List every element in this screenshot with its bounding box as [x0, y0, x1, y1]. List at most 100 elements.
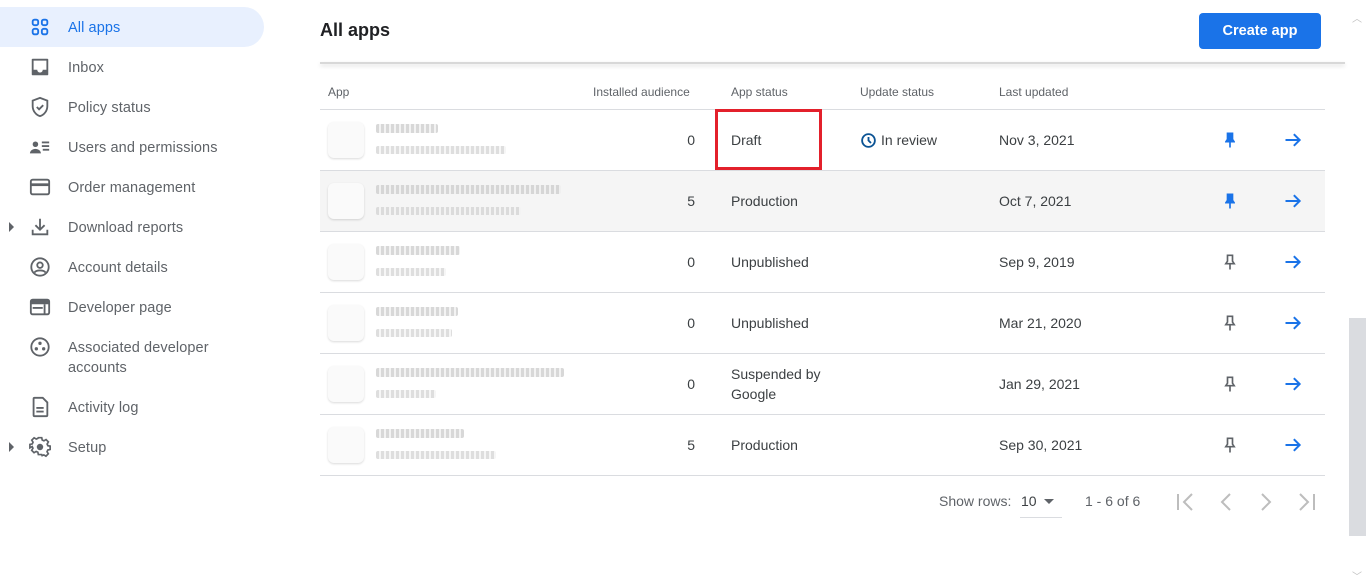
download-icon: [29, 216, 51, 238]
arrow-right-icon[interactable]: [1282, 252, 1304, 272]
table-row[interactable]: 5 Production Oct 7, 2021: [320, 171, 1325, 232]
sidebar-item-developer-page[interactable]: Developer page: [0, 287, 264, 327]
app-package-redacted: [376, 207, 521, 215]
installed-audience: 5: [687, 193, 695, 209]
app-name-redacted[interactable]: [376, 124, 438, 133]
app-package-redacted: [376, 146, 506, 154]
scroll-down-arrow-icon[interactable]: ﹀: [1352, 568, 1362, 583]
sidebar-item-all-apps[interactable]: All apps: [0, 7, 264, 47]
sidebar-item-inbox[interactable]: Inbox: [0, 47, 264, 87]
last-updated: Mar 21, 2020: [999, 315, 1082, 331]
inbox-icon: [29, 56, 51, 78]
installed-audience: 0: [687, 254, 695, 270]
installed-audience: 0: [687, 315, 695, 331]
table-row[interactable]: 5 Production Sep 30, 2021: [320, 415, 1325, 476]
sidebar-item-label: All apps: [68, 20, 121, 36]
last-updated: Jan 29, 2021: [999, 376, 1080, 392]
arrow-right-icon[interactable]: [1282, 130, 1304, 150]
app-package-redacted: [376, 451, 496, 459]
arrow-right-icon[interactable]: [1282, 435, 1304, 455]
app-name-redacted[interactable]: [376, 185, 561, 194]
last-updated: Oct 7, 2021: [999, 193, 1072, 209]
app-name-redacted[interactable]: [376, 429, 464, 438]
sidebar-item-setup[interactable]: Setup: [0, 427, 264, 467]
arrow-right-icon[interactable]: [1282, 191, 1304, 211]
expand-caret-icon[interactable]: [9, 222, 14, 232]
page-title: All apps: [320, 20, 391, 40]
sidebar: All apps Inbox Policy status Users and p…: [0, 0, 280, 583]
next-page-icon[interactable]: [1254, 490, 1278, 514]
app-icon: [328, 244, 364, 280]
pin-icon-filled[interactable]: [1220, 130, 1240, 150]
clock-icon: [861, 132, 876, 148]
show-rows-label: Show rows:: [939, 493, 1012, 509]
app-name-redacted[interactable]: [376, 368, 564, 377]
app-icon: [328, 305, 364, 341]
column-header-update-status[interactable]: Update status: [860, 85, 934, 99]
column-header-last-updated[interactable]: Last updated: [999, 85, 1068, 99]
app-package-redacted: [376, 268, 446, 276]
column-header-installed-audience[interactable]: Installed audience: [593, 85, 690, 99]
sidebar-item-label: Order management: [68, 180, 196, 196]
app-package-redacted: [376, 390, 436, 398]
app-status: Unpublished: [731, 315, 809, 331]
create-app-button[interactable]: Create app: [1199, 13, 1321, 49]
app-name-redacted[interactable]: [376, 307, 458, 316]
sidebar-item-account-details[interactable]: Account details: [0, 247, 264, 287]
table-row[interactable]: 0 Draft In review Nov 3, 2021: [320, 109, 1325, 171]
app-status: Production: [731, 193, 798, 209]
expand-caret-icon[interactable]: [9, 442, 14, 452]
gear-icon: [29, 436, 52, 458]
sidebar-item-label: Developer page: [68, 300, 172, 316]
sidebar-item-label: Account details: [68, 260, 168, 276]
web-page-icon: [29, 296, 51, 318]
app-icon: [328, 122, 364, 158]
sidebar-item-label: Download reports: [68, 220, 184, 236]
sidebar-item-users-and-permissions[interactable]: Users and permissions: [0, 127, 264, 167]
table-row[interactable]: 0 Unpublished Mar 21, 2020: [320, 293, 1325, 354]
last-updated: Sep 30, 2021: [999, 437, 1083, 453]
table-row[interactable]: 0 Suspended by Google Jan 29, 2021: [320, 354, 1325, 415]
app-icon: [328, 183, 364, 219]
table-row[interactable]: 0 Unpublished Sep 9, 2019: [320, 232, 1325, 293]
app-status: Suspended by Google: [731, 366, 821, 402]
shield-check-icon: [29, 96, 51, 118]
sidebar-item-label: Users and permissions: [68, 140, 218, 156]
installed-audience: 5: [687, 437, 695, 453]
column-header-app[interactable]: App: [328, 85, 349, 99]
pin-icon-outline[interactable]: [1220, 313, 1240, 333]
column-header-app-status[interactable]: App status: [731, 85, 788, 99]
arrow-right-icon[interactable]: [1282, 313, 1304, 333]
previous-page-icon[interactable]: [1214, 490, 1238, 514]
scrollbar-thumb[interactable]: [1349, 318, 1366, 536]
app-status: Unpublished: [731, 254, 809, 270]
sidebar-item-policy-status[interactable]: Policy status: [0, 87, 264, 127]
app-name-redacted[interactable]: [376, 246, 460, 255]
last-page-icon[interactable]: [1294, 490, 1318, 514]
last-updated: Sep 9, 2019: [999, 254, 1075, 270]
rows-per-page-select[interactable]: 10: [1020, 490, 1062, 518]
pin-icon-outline[interactable]: [1220, 252, 1240, 272]
scroll-up-arrow-icon[interactable]: ︿: [1352, 10, 1362, 25]
app-icon: [328, 427, 364, 463]
sidebar-item-activity-log[interactable]: Activity log: [0, 387, 264, 427]
pin-icon-filled[interactable]: [1220, 191, 1240, 211]
installed-audience: 0: [687, 376, 695, 392]
header-divider: [320, 62, 1345, 64]
sidebar-item-associated-developer-accounts[interactable]: Associated developer accounts: [0, 327, 264, 387]
app-icon: [328, 366, 364, 402]
pin-icon-outline[interactable]: [1220, 374, 1240, 394]
first-page-icon[interactable]: [1174, 490, 1198, 514]
sidebar-item-download-reports[interactable]: Download reports: [0, 207, 264, 247]
arrow-right-icon[interactable]: [1282, 374, 1304, 394]
last-updated: Nov 3, 2021: [999, 132, 1075, 148]
installed-audience: 0: [687, 132, 695, 148]
sidebar-item-label: Activity log: [68, 400, 139, 416]
apps-table: App Installed audience App status Update…: [320, 72, 1325, 476]
table-header: App Installed audience App status Update…: [320, 72, 1325, 110]
pin-icon-outline[interactable]: [1220, 435, 1240, 455]
sidebar-item-label: Inbox: [68, 60, 104, 76]
page-range: 1 - 6 of 6: [1085, 493, 1141, 509]
sidebar-item-label: Setup: [68, 440, 107, 456]
sidebar-item-order-management[interactable]: Order management: [0, 167, 264, 207]
